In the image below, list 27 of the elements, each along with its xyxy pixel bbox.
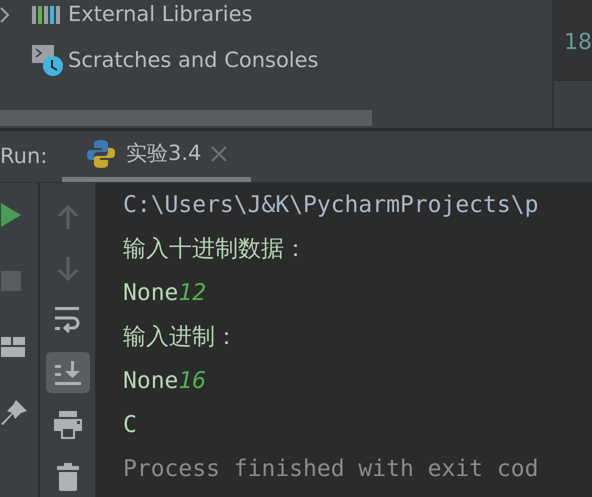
console-clock-icon: [32, 45, 64, 77]
soft-wrap-icon[interactable]: [54, 307, 80, 336]
run-panel-title: Run:: [0, 142, 48, 170]
input-text: 12: [178, 279, 206, 308]
console-line: 输入进制：: [123, 323, 239, 352]
console-line: Process finished with exit cod: [123, 455, 540, 484]
line-number: 18: [564, 28, 592, 56]
console-line: 输入十进制数据：: [123, 235, 308, 264]
close-icon[interactable]: [211, 146, 228, 162]
console-line: C: [123, 411, 138, 440]
console-line: C:\Users\J&K\PycharmProjects\p: [123, 191, 540, 220]
print-icon[interactable]: [54, 410, 82, 439]
layout-icon[interactable]: [1, 337, 25, 357]
tab-label: 实验3.4: [126, 140, 202, 168]
trash-icon[interactable]: [56, 462, 78, 491]
scroll-to-end-icon[interactable]: [54, 360, 80, 385]
horizontal-scrollbar[interactable]: [0, 110, 372, 126]
console-output: None: [123, 279, 178, 308]
chevron-right-icon[interactable]: [0, 7, 10, 23]
python-logo-icon: [86, 139, 116, 169]
pin-icon[interactable]: [1, 400, 27, 426]
tree-item-label[interactable]: Scratches and Consoles: [68, 45, 318, 77]
input-text: 16: [178, 367, 206, 396]
run-icon[interactable]: [1, 203, 21, 227]
library-icon: [32, 6, 62, 24]
console-output: None: [123, 367, 178, 396]
tree-item-label[interactable]: External Libraries: [68, 0, 252, 31]
